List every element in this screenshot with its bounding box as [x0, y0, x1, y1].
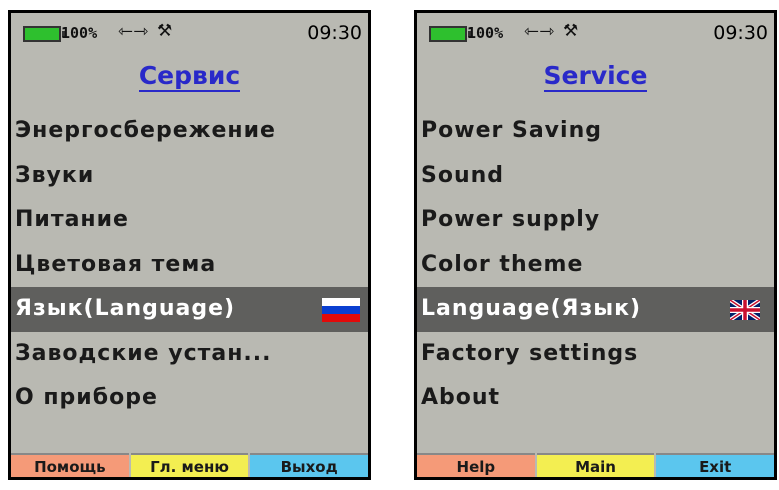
menu-item-about[interactable]: About	[417, 376, 774, 421]
menu-item-sound[interactable]: Звуки	[11, 154, 368, 199]
exit-softkey[interactable]: Exit	[656, 453, 774, 477]
device-screen-russian: 100% ⇽⇾ ⚒ 09:30 Сервис Энергосбережение …	[8, 10, 371, 480]
menu-item-power-supply[interactable]: Power supply	[417, 198, 774, 243]
softkey-bar: Help Main Exit	[417, 453, 774, 477]
menu-item-sound[interactable]: Sound	[417, 154, 774, 199]
battery-percent: 100%	[61, 24, 98, 42]
menu-list: Энергосбережение Звуки Питание Цветовая …	[11, 109, 368, 421]
help-softkey[interactable]: Помощь	[11, 453, 129, 477]
clock: 09:30	[307, 22, 362, 44]
status-bar: 100% ⇽⇾ ⚒ 09:30	[11, 13, 368, 53]
menu-item-color-theme[interactable]: Color theme	[417, 243, 774, 288]
battery-icon	[429, 26, 471, 42]
menu-item-factory-settings[interactable]: Factory settings	[417, 332, 774, 377]
status-bar: 100% ⇽⇾ ⚒ 09:30	[417, 13, 774, 53]
page-title: Сервис	[138, 61, 241, 92]
battery-icon	[23, 26, 65, 42]
main-menu-softkey[interactable]: Main	[536, 453, 655, 477]
softkey-bar: Помощь Гл. меню Выход	[11, 453, 368, 477]
usb-icon: ⇽⇾	[524, 21, 555, 42]
menu-item-about[interactable]: О приборе	[11, 376, 368, 421]
tool-icon: ⚒	[157, 21, 173, 41]
menu-item-power-saving[interactable]: Power Saving	[417, 109, 774, 154]
help-softkey[interactable]: Help	[417, 453, 535, 477]
usb-icon: ⇽⇾	[118, 21, 149, 42]
main-menu-softkey[interactable]: Гл. меню	[130, 453, 249, 477]
russia-flag-icon	[322, 298, 360, 322]
uk-flag-icon	[730, 300, 760, 320]
menu-item-power-supply[interactable]: Питание	[11, 198, 368, 243]
menu-item-color-theme[interactable]: Цветовая тема	[11, 243, 368, 288]
menu-item-factory-settings[interactable]: Заводские устан...	[11, 332, 368, 377]
clock: 09:30	[713, 22, 768, 44]
device-screen-english: 100% ⇽⇾ ⚒ 09:30 Service Power Saving Sou…	[414, 10, 777, 480]
menu-list: Power Saving Sound Power supply Color th…	[417, 109, 774, 421]
menu-item-language[interactable]: Язык(Language)	[11, 287, 368, 332]
exit-softkey[interactable]: Выход	[250, 453, 368, 477]
menu-item-language[interactable]: Language(Язык)	[417, 287, 774, 332]
page-title: Service	[543, 61, 648, 92]
tool-icon: ⚒	[563, 21, 579, 41]
battery-percent: 100%	[467, 24, 504, 42]
menu-item-power-saving[interactable]: Энергосбережение	[11, 109, 368, 154]
